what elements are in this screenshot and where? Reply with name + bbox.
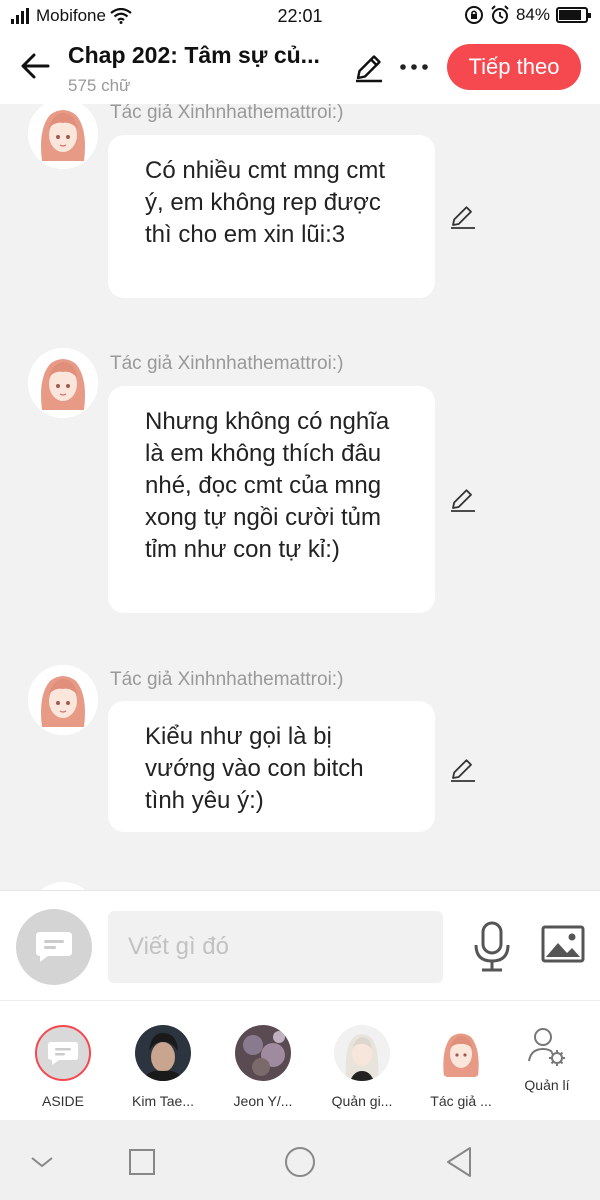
character-kim-tae[interactable]: Kim Tae... — [118, 1025, 208, 1109]
message-list[interactable]: Tác giả Xinhnhathemattroi:) Có nhiều cmt… — [0, 104, 600, 890]
pencil-icon — [451, 206, 475, 229]
character-label: Quản lí — [524, 1077, 570, 1093]
chevron-down-icon — [31, 1157, 53, 1168]
image-button[interactable] — [540, 923, 586, 967]
nav-recents-button[interactable] — [122, 1142, 162, 1182]
author-avatar — [28, 882, 98, 890]
character-avatar — [433, 1025, 489, 1081]
status-right: 84% — [464, 5, 591, 25]
character-jeon-y[interactable]: Jeon Y/... — [218, 1025, 308, 1109]
message-input[interactable] — [108, 911, 443, 983]
message-bubble[interactable]: Có nhiều cmt mng cmt ý, em không rep đượ… — [108, 135, 435, 298]
edit-message-button[interactable] — [448, 754, 478, 784]
user-gear-icon — [519, 1025, 575, 1071]
battery-percent: 84% — [515, 5, 550, 24]
chat-bubble-icon — [36, 932, 72, 962]
message-bubble[interactable]: Nhưng không có nghĩa là em không thích đ… — [108, 386, 435, 613]
character-label: Kim Tae... — [132, 1093, 194, 1109]
alarm-icon — [491, 5, 509, 24]
image-icon — [541, 925, 585, 963]
character-label: ASIDE — [41, 1093, 84, 1109]
character-avatar — [135, 1025, 191, 1081]
nav-hide-button[interactable] — [22, 1142, 62, 1182]
battery-level — [559, 10, 581, 20]
nav-back-button[interactable] — [440, 1142, 480, 1182]
chat-bubble-icon — [35, 1025, 91, 1081]
author-avatar[interactable] — [28, 348, 98, 418]
arrow-left-icon — [21, 53, 50, 79]
pencil-icon — [451, 489, 475, 512]
microphone-icon — [474, 921, 510, 972]
character-tac-gia[interactable]: Tác giả ... — [416, 1025, 506, 1109]
author-avatar[interactable] — [28, 665, 98, 735]
pencil-icon — [451, 759, 475, 782]
rotation-lock-icon — [464, 6, 483, 24]
chapter-header: Chap 202: Tâm sự củ... 575 chữ Tiếp theo — [0, 32, 600, 104]
manage-characters-button[interactable]: Quản lí — [502, 1025, 592, 1093]
character-avatar — [235, 1025, 291, 1081]
author-name: Tác giả Xinhnhathemattroi:) — [110, 669, 344, 690]
back-button[interactable] — [16, 46, 56, 86]
character-aside[interactable]: ASIDE — [18, 1025, 108, 1109]
microphone-button[interactable] — [470, 921, 514, 973]
character-label: Quản gi... — [331, 1093, 393, 1109]
character-bar: ASIDE Kim Tae... Jeon Y/... Quản gi... T… — [0, 1000, 600, 1120]
author-avatar[interactable] — [28, 104, 98, 169]
edit-message-button[interactable] — [448, 201, 478, 231]
next-chapter-button[interactable]: Tiếp theo — [447, 44, 581, 90]
pencil-icon — [356, 55, 382, 83]
word-count: 575 chữ — [68, 76, 131, 95]
more-dots-icon[interactable] — [398, 50, 430, 84]
nav-home-button[interactable] — [280, 1142, 320, 1182]
character-label: Jeon Y/... — [233, 1093, 293, 1109]
message-bubble[interactable]: Kiểu như gọi là bị vướng vào con bitch t… — [108, 701, 435, 832]
aside-toggle-button[interactable] — [16, 909, 92, 985]
character-quan-gia[interactable]: Quản gi... — [317, 1025, 407, 1109]
battery-icon — [556, 7, 591, 23]
message-composer — [0, 890, 600, 1000]
chapter-title: Chap 202: Tâm sự củ... — [68, 42, 320, 68]
square-icon — [129, 1149, 155, 1175]
author-name: Tác giả Xinhnhathemattroi:) — [110, 104, 344, 123]
character-label: Tác giả ... — [430, 1093, 492, 1109]
system-nav-bar — [0, 1120, 600, 1200]
author-name: Tác giả Xinhnhathemattroi:) — [110, 353, 344, 374]
status-bar: Mobifone 22:01 84% — [0, 0, 600, 32]
edit-message-button[interactable] — [448, 484, 478, 514]
triangle-back-icon — [447, 1147, 471, 1177]
circle-icon — [285, 1147, 315, 1177]
edit-chapter-button[interactable] — [352, 50, 386, 84]
character-avatar — [334, 1025, 390, 1081]
